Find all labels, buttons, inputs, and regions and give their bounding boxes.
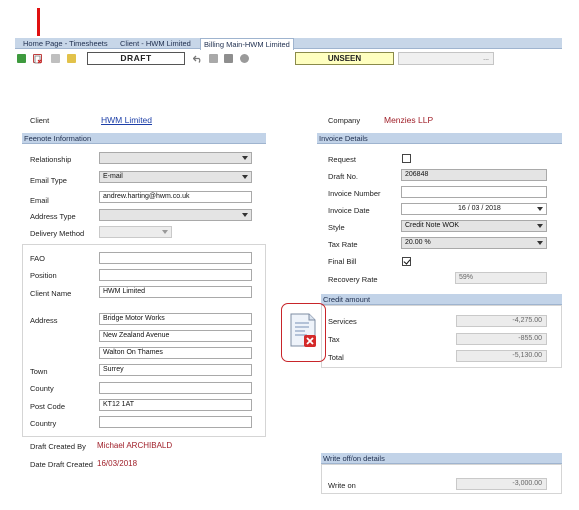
chevron-down-icon: [242, 213, 248, 217]
position-field[interactable]: [99, 269, 252, 281]
status-badge: DRAFT: [87, 52, 185, 65]
address-type-label: Address Type: [30, 212, 76, 221]
undo-icon[interactable]: [192, 54, 203, 65]
credit-amount-header: Credit amount: [321, 294, 562, 305]
relationship-label: Relationship: [30, 155, 72, 164]
invoice-details-header: Invoice Details: [317, 133, 562, 144]
company-label: Company: [328, 116, 361, 125]
relationship-select[interactable]: [99, 152, 252, 164]
services-amount: -4,275.00: [456, 315, 547, 327]
style-label: Style: [328, 223, 345, 232]
town-field[interactable]: Surrey: [99, 364, 252, 376]
email-type-select[interactable]: E-mail: [99, 171, 252, 183]
country-field[interactable]: [99, 416, 252, 428]
post-code-label: Post Code: [30, 402, 66, 411]
post-code-field[interactable]: KT12 1AT: [99, 399, 252, 411]
history-icon[interactable]: [240, 54, 249, 63]
fao-field[interactable]: [99, 252, 252, 264]
tax-label: Tax: [328, 335, 340, 344]
client-label: Client: [30, 116, 50, 125]
draft-no-field: 206848: [401, 169, 547, 181]
email-type-label: Email Type: [30, 176, 67, 185]
date-draft-created-label: Date Draft Created: [30, 460, 93, 469]
client-link[interactable]: HWM Limited: [101, 115, 152, 125]
address-label: Address: [30, 316, 58, 325]
address-line-1-field[interactable]: Bridge Motor Works: [99, 313, 252, 325]
chevron-down-icon: [242, 156, 248, 160]
total-amount: -5,130.00: [456, 350, 547, 362]
chevron-down-icon: [537, 224, 543, 228]
lookup-field[interactable]: ...: [398, 52, 494, 65]
write-on-label: Write on: [328, 481, 356, 490]
fao-label: FAO: [30, 254, 46, 263]
country-label: Country: [30, 419, 57, 428]
invoice-date-picker[interactable]: 16 / 03 / 2018: [401, 203, 547, 215]
delete-document-icon[interactable]: [33, 54, 42, 64]
ellipsis-button[interactable]: ...: [483, 53, 489, 65]
address-line-3-field[interactable]: Walton On Thames: [99, 347, 252, 359]
position-label: Position: [30, 271, 57, 280]
folder-icon[interactable]: [67, 54, 76, 63]
chevron-down-icon: [162, 230, 168, 234]
feenote-information-header: Feenote Information: [22, 133, 266, 144]
invoice-date-label: Invoice Date: [328, 206, 370, 215]
style-select[interactable]: Credit Note WOK: [401, 220, 547, 232]
delivery-method-label: Delivery Method: [30, 229, 85, 238]
grid-icon[interactable]: [51, 54, 60, 63]
total-label: Total: [328, 353, 344, 362]
invoice-number-field[interactable]: [401, 186, 547, 198]
tax-rate-select[interactable]: 20.00 %: [401, 237, 547, 249]
county-field[interactable]: [99, 382, 252, 394]
date-draft-created-value: 16/03/2018: [97, 459, 138, 468]
county-label: County: [30, 384, 54, 393]
client-name-label: Client Name: [30, 289, 72, 298]
draft-created-by-value: Michael ARCHIBALD: [97, 441, 173, 450]
write-off-on-header: Write off/on details: [321, 453, 562, 464]
delivery-method-select[interactable]: [99, 226, 172, 238]
tab-billing-main[interactable]: Billing Main-HWM Limited: [200, 38, 294, 50]
chevron-down-icon: [537, 241, 543, 245]
town-label: Town: [30, 367, 48, 376]
save-icon[interactable]: [224, 54, 233, 63]
delete-document-icon[interactable]: [289, 313, 319, 351]
write-on-amount: -3,000.00: [456, 478, 547, 490]
final-bill-label: Final Bill: [328, 257, 357, 266]
final-bill-checkbox[interactable]: [402, 257, 411, 266]
company-value: Menzies LLP: [384, 115, 434, 125]
chevron-down-icon: [242, 175, 248, 179]
invoice-number-label: Invoice Number: [328, 189, 381, 198]
request-checkbox[interactable]: [402, 154, 411, 163]
request-label: Request: [328, 155, 356, 164]
export-excel-icon[interactable]: [17, 54, 26, 63]
email-label: Email: [30, 196, 49, 205]
properties-icon[interactable]: [209, 54, 218, 63]
address-line-2-field[interactable]: New Zealand Avenue: [99, 330, 252, 342]
tab-home-timesheets[interactable]: Home Page - Timesheets: [20, 38, 111, 49]
address-type-select[interactable]: [99, 209, 252, 221]
client-name-field[interactable]: HWM Limited: [99, 286, 252, 298]
unseen-badge: UNSEEN: [295, 52, 394, 65]
draft-no-label: Draft No.: [328, 172, 359, 181]
red-pointer-arrow: [37, 8, 40, 36]
recovery-rate-label: Recovery Rate: [328, 275, 378, 284]
chevron-down-icon: [537, 207, 543, 211]
recovery-rate-field: 59%: [455, 272, 547, 284]
tab-client[interactable]: Client - HWM Limited: [117, 38, 194, 49]
draft-created-by-label: Draft Created By: [30, 442, 86, 451]
services-label: Services: [328, 317, 357, 326]
tax-amount: -855.00: [456, 333, 547, 345]
tax-rate-label: Tax Rate: [328, 240, 358, 249]
email-field[interactable]: andrew.harting@hwm.co.uk: [99, 191, 252, 203]
